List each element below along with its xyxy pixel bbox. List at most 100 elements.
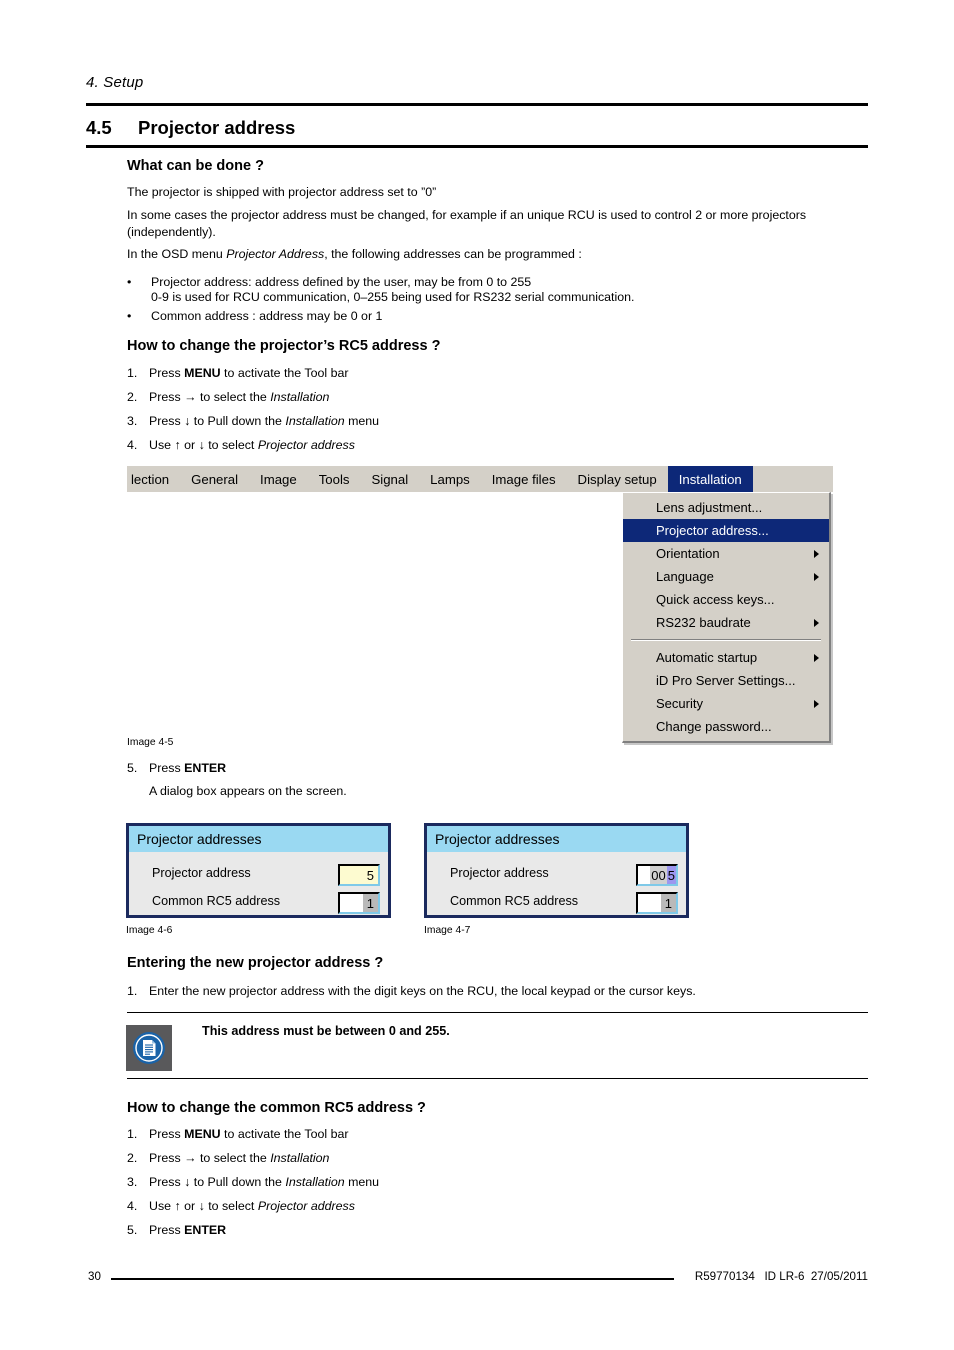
step-text-tail: menu <box>344 414 380 428</box>
note-rule-top <box>127 1012 868 1014</box>
dialog-row-common-rc5-address: Common RC5 address 1 <box>427 890 686 918</box>
menu-item-label: Security <box>656 696 703 711</box>
step-menu-name: Installation <box>270 390 330 404</box>
step-4: 4. Use ↑ or ↓ to select Projector address <box>127 437 355 453</box>
common-rc5-address-field[interactable]: 1 <box>636 892 678 914</box>
figure-caption-4-6: Image 4-6 <box>126 925 173 936</box>
step-number: 3. <box>127 414 138 428</box>
osd-menu-text-after: , the following addresses can be program… <box>324 247 582 261</box>
step-text-before: Press <box>149 366 185 380</box>
field-value: 1 <box>362 894 378 912</box>
list-item: • Common address : address may be 0 or 1 <box>127 309 382 324</box>
menu-separator <box>631 639 821 641</box>
step-number: 4. <box>127 1199 138 1213</box>
step-text-after: to activate the Tool bar <box>220 366 349 380</box>
projector-address-field[interactable]: 5 <box>338 864 380 886</box>
field-value-leading: 00 <box>650 866 667 884</box>
field-label: Projector address <box>450 866 549 880</box>
paragraph-shipped-address: The projector is shipped with projector … <box>127 185 437 199</box>
step-key: MENU <box>184 366 221 380</box>
step-text-before: Press → to select the <box>149 1151 271 1165</box>
submenu-arrow-icon <box>814 618 819 627</box>
osd-menu-tools[interactable]: Tools <box>308 466 361 492</box>
osd-menu-text-before: In the OSD menu <box>127 247 227 261</box>
osd-menu-image[interactable]: Image <box>249 466 308 492</box>
heading-entering-new-address: Entering the new projector address ? <box>127 955 384 971</box>
menu-item-label: Quick access keys... <box>656 592 775 607</box>
step-number: 3. <box>127 1175 138 1189</box>
step-1-entering: 1. Enter the new projector address with t… <box>127 983 696 999</box>
osd-menu-general[interactable]: General <box>180 466 249 492</box>
submenu-arrow-icon <box>814 549 819 558</box>
menu-item-security[interactable]: Security <box>623 692 829 715</box>
step-number: 5. <box>127 1223 138 1237</box>
menu-item-orientation[interactable]: Orientation <box>623 542 829 565</box>
menu-item-lens-adjustment[interactable]: Lens adjustment... <box>623 496 829 519</box>
osd-menu-display-setup[interactable]: Display setup <box>567 466 668 492</box>
osd-menu-installation[interactable]: Installation <box>667 466 753 492</box>
heading-how-to-change-rc5: How to change the projector’s RC5 addres… <box>127 338 441 354</box>
step-number: 1. <box>127 366 138 380</box>
menu-item-label: RS232 baudrate <box>656 615 751 630</box>
field-label: Common RC5 address <box>450 894 579 908</box>
osd-menu-source-selection[interactable]: lection <box>127 466 180 492</box>
note-document-icon <box>126 1025 172 1071</box>
osd-menu-name: Projector Address <box>226 247 325 261</box>
osd-menu-signal[interactable]: Signal <box>361 466 420 492</box>
step-key: ENTER <box>184 761 227 775</box>
step-text: Enter the new projector address with the… <box>149 984 696 998</box>
step-number: 2. <box>127 390 138 404</box>
figure-caption-4-5: Image 4-5 <box>127 737 174 748</box>
common-step-5: 5. Press ENTER <box>127 1222 226 1238</box>
paragraph-address-change: In some cases the projector address must… <box>127 208 807 239</box>
dialog-projector-addresses-1: Projector addresses Projector address 5 … <box>126 823 391 918</box>
menu-item-projector-address[interactable]: Projector address... <box>623 519 829 542</box>
step-text-after: to activate the Tool bar <box>220 1127 349 1141</box>
step-text-before: Use ↑ or ↓ to select <box>149 438 258 452</box>
osd-menu-image-files[interactable]: Image files <box>481 466 567 492</box>
osd-menu-lamps[interactable]: Lamps <box>419 466 481 492</box>
bullet-dot: • <box>127 309 132 323</box>
dialog-projector-addresses-2: Projector addresses Projector address 00… <box>424 823 689 918</box>
header-rule-bottom <box>86 145 868 148</box>
step-5-note: A dialog box appears on the screen. <box>149 784 347 798</box>
footer-page-number: 30 <box>88 1270 101 1283</box>
menu-item-change-password[interactable]: Change password... <box>623 715 829 738</box>
running-head: 4. Setup <box>86 74 144 91</box>
document-page: 4. Setup 4. 5 Projector address What can … <box>0 0 954 1350</box>
field-value-cursor: 5 <box>666 866 676 884</box>
menu-item-label: Lens adjustment... <box>656 500 763 515</box>
note-text: This address must be between 0 and 255. <box>202 1024 450 1038</box>
step-key: MENU <box>184 1127 221 1141</box>
step-text-before: Press ↓ to Pull down the <box>149 414 286 428</box>
step-number: 4. <box>127 438 138 452</box>
heading-what-can-be-done: What can be done ? <box>127 158 264 174</box>
common-step-4: 4. Use ↑ or ↓ to select Projector address <box>127 1198 355 1214</box>
menu-item-quick-access-keys[interactable]: Quick access keys... <box>623 588 829 611</box>
menu-item-id-pro-server-settings[interactable]: iD Pro Server Settings... <box>623 669 829 692</box>
dialog-row-common-rc5-address: Common RC5 address 1 <box>129 890 388 918</box>
footer-rule <box>111 1278 674 1280</box>
common-step-3: 3. Press ↓ to Pull down the Installation … <box>127 1174 379 1190</box>
projector-address-field[interactable]: 00 5 <box>636 864 678 886</box>
step-menu-name: Installation <box>270 1151 330 1165</box>
menu-item-rs232-baudrate[interactable]: RS232 baudrate <box>623 611 829 634</box>
menu-item-label: Projector address... <box>656 523 769 538</box>
common-rc5-address-field[interactable]: 1 <box>338 892 380 914</box>
field-label: Projector address <box>152 866 251 880</box>
step-text-tail: menu <box>344 1175 380 1189</box>
dialog-title: Projector addresses <box>427 826 686 852</box>
step-text-before: Press <box>149 1127 185 1141</box>
field-value: 1 <box>660 894 676 912</box>
common-step-2: 2. Press → to select the Installation <box>127 1150 329 1166</box>
header-rule-top <box>86 103 868 106</box>
menu-item-label: Automatic startup <box>656 650 758 665</box>
step-3: 3. Press ↓ to Pull down the Installation … <box>127 413 379 429</box>
step-number: 2. <box>127 1151 138 1165</box>
osd-screenshot: lection General Image Tools Signal Lamps… <box>127 466 833 743</box>
menu-item-label: Orientation <box>656 546 720 561</box>
menu-item-language[interactable]: Language <box>623 565 829 588</box>
common-step-1: 1. Press MENU to activate the Tool bar <box>127 1126 349 1142</box>
menu-item-automatic-startup[interactable]: Automatic startup <box>623 646 829 669</box>
dialog-row-projector-address: Projector address 00 5 <box>427 862 686 890</box>
